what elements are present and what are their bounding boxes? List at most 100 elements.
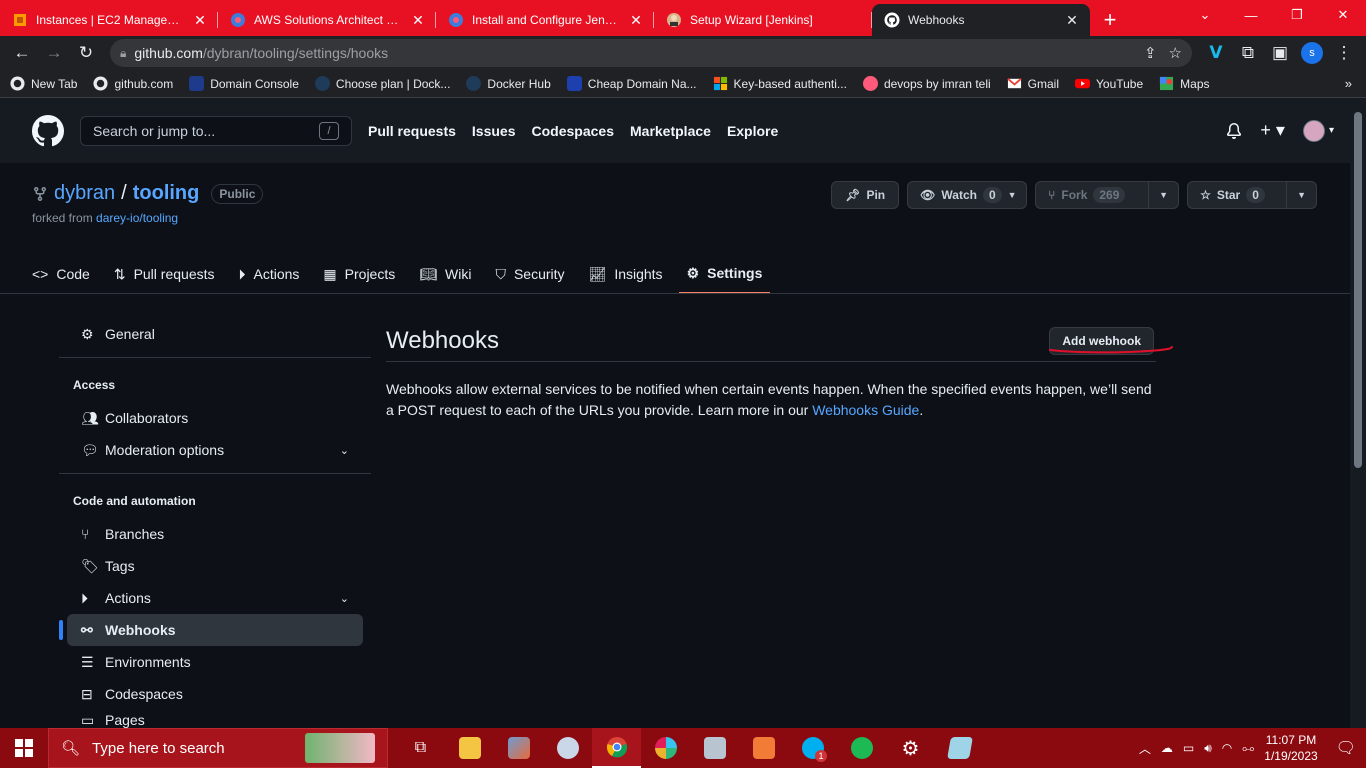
sidebar-item-environments[interactable]: ☰ Environments [67,646,363,678]
tab-pull-requests[interactable]: ⇅ Pull requests [106,254,223,294]
close-icon[interactable]: ✕ [410,12,426,29]
bookmark-key-auth[interactable]: Key-based authenti... [713,76,847,91]
nav-codespaces[interactable]: Codespaces [532,123,614,139]
notepad-icon[interactable] [935,728,984,768]
bookmark-devops[interactable]: devops by imran teli [862,76,991,91]
task-view-icon[interactable]: ⧉ [396,728,445,768]
slack-icon[interactable] [641,728,690,768]
sidebar-item-general[interactable]: ⚙ General [67,318,363,350]
taskbar-clock[interactable]: 11:07 PM 1/19/2023 [1264,732,1317,764]
bookmark-github[interactable]: github.com [93,76,173,91]
reload-icon[interactable]: ↻ [72,39,100,67]
notification-center-icon[interactable]: 🗨︎ [1336,738,1356,758]
git-app-icon[interactable] [494,728,543,768]
profile-avatar[interactable]: s [1301,42,1323,64]
forward-icon[interactable]: → [40,39,68,67]
page-scrollbar[interactable] [1350,98,1366,728]
create-new-icon[interactable]: + ▾ [1260,120,1285,141]
chrome-icon[interactable] [592,728,641,768]
onedrive-icon[interactable]: ☁ [1161,741,1173,755]
share-icon[interactable]: ⇪ [1144,44,1157,62]
webhooks-guide-link[interactable]: Webhooks Guide [812,402,919,418]
media-player-icon[interactable] [739,728,788,768]
close-icon[interactable]: ✕ [192,12,208,29]
repo-name-link[interactable]: tooling [133,182,200,205]
star-button[interactable]: ☆ Star 0 [1187,181,1288,209]
nav-issues[interactable]: Issues [472,123,516,139]
bookmark-docker-hub[interactable]: Docker Hub [466,76,551,91]
bookmark-maps[interactable]: Maps [1159,76,1210,91]
sidebar-item-codespaces[interactable]: ⊟ Codespaces [67,678,363,710]
bookmark-choose-plan[interactable]: Choose plan | Dock... [314,76,450,91]
bookmark-star-icon[interactable]: ☆ [1169,44,1182,62]
taskbar-search-box[interactable]: 🔍︎ Type here to search [48,728,388,768]
link-icon[interactable]: ⧟ [1242,741,1254,756]
fork-button[interactable]: ⑂ Fork 269 [1035,181,1150,209]
address-bar[interactable]: 🔒︎ github.com/dybran/tooling/settings/ho… [110,39,1192,67]
settings-gear-icon[interactable]: ⚙ [886,728,935,768]
restore-icon[interactable]: ❐ [1274,0,1320,30]
browser-tab-aws-cert[interactable]: AWS Solutions Architect Cert ✕ [218,4,436,36]
back-icon[interactable]: ← [8,39,36,67]
bookmark-new-tab[interactable]: New Tab [10,76,77,91]
sidebar-item-actions[interactable]: ⏵︎ Actions ⌄ [67,582,363,614]
browser-tab-jenkins-setup[interactable]: Setup Wizard [Jenkins] [654,4,872,36]
sidebar-item-branches[interactable]: ⑂ Branches [67,518,363,550]
tab-code[interactable]: <> Code [24,254,98,294]
bell-icon[interactable] [1226,122,1242,139]
tab-search-icon[interactable]: ⌄ [1182,0,1228,30]
sidebar-item-collaborators[interactable]: 👥︎ Collaborators [67,402,363,434]
browser-tab-webhooks[interactable]: Webhooks ✕ [872,4,1090,36]
bookmark-gmail[interactable]: Gmail [1006,76,1059,91]
snipping-tool-icon[interactable] [543,728,592,768]
spotify-icon[interactable] [837,728,886,768]
fork-dropdown-button[interactable]: ▼ [1149,181,1180,209]
close-window-icon[interactable]: ✕ [1320,0,1366,30]
tab-projects[interactable]: ▦ Projects [315,254,403,294]
nav-marketplace[interactable]: Marketplace [630,123,711,139]
windows-start-icon[interactable] [0,728,48,768]
browser-tab-ec2[interactable]: Instances | EC2 Management ✕ [0,4,218,36]
scrollbar-thumb[interactable] [1354,112,1362,468]
nav-explore[interactable]: Explore [727,123,778,139]
bookmark-cheap-domain[interactable]: Cheap Domain Na... [566,76,697,91]
chevron-down-icon[interactable]: ⌄ [340,444,349,457]
repo-owner-link[interactable]: dybran [54,182,115,205]
browser-tab-jenkins-install[interactable]: Install and Configure Jenkins ✕ [436,4,654,36]
side-panel-icon[interactable]: ▣ [1266,39,1294,67]
menu-kebab-icon[interactable]: ⋮ [1330,39,1358,67]
sidebar-item-tags[interactable]: 🏷︎ Tags [67,550,363,582]
star-dropdown-button[interactable]: ▼ [1287,181,1317,209]
watch-button[interactable]: 👁︎ Watch 0 ▼ [907,181,1028,209]
github-logo-icon[interactable] [32,114,64,147]
chevron-up-icon[interactable]: ︿ [1139,740,1151,757]
extensions-puzzle-icon[interactable]: ⧉ [1234,39,1262,67]
battery-icon[interactable]: ▭ [1183,741,1194,755]
user-menu[interactable]: ▾ [1302,119,1334,142]
new-tab-button[interactable]: + [1090,4,1130,36]
pin-button[interactable]: 📌︎ Pin [831,181,900,209]
minimize-icon[interactable]: — [1228,0,1274,30]
sidebar-item-moderation-options[interactable]: 💬︎ Moderation options ⌄ [67,434,363,466]
lock-icon[interactable]: 🔒︎ [120,46,126,61]
vimeo-extension-icon[interactable]: V [1202,39,1230,67]
bookmark-domain-console[interactable]: Domain Console [189,76,299,91]
bookmarks-more-icon[interactable]: » [1345,76,1352,91]
tab-actions[interactable]: ⏵︎ Actions [231,254,308,294]
tab-wiki[interactable]: 📖︎ Wiki [411,254,479,294]
close-icon[interactable]: ✕ [628,12,644,29]
tab-insights[interactable]: 📈︎ Insights [581,254,671,294]
tab-security[interactable]: ⛉ Security [487,254,572,294]
photos-app-icon[interactable] [690,728,739,768]
tab-settings[interactable]: ⚙ Settings [678,254,771,294]
wifi-icon[interactable]: ◠ [1222,741,1232,755]
file-explorer-icon[interactable] [445,728,494,768]
forked-from-link[interactable]: darey-io/tooling [96,211,178,225]
bookmark-youtube[interactable]: YouTube [1075,76,1143,91]
close-icon[interactable]: ✕ [1064,12,1080,29]
volume-icon[interactable]: 🔊︎ [1204,741,1212,756]
github-search-input[interactable]: Search or jump to... / [80,115,352,146]
skype-icon[interactable]: 1 [788,728,837,768]
chevron-down-icon[interactable]: ⌄ [340,592,349,605]
sidebar-item-webhooks[interactable]: ⚯ Webhooks [59,614,363,646]
